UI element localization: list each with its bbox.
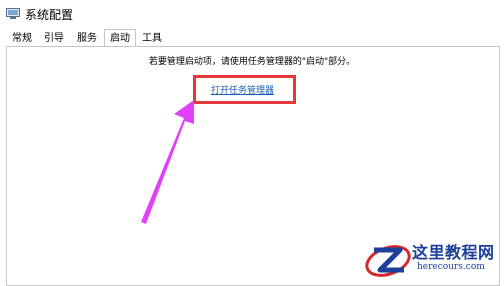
watermark-text-cn: 这里教程网 [412, 243, 495, 262]
watermark-text-en: herecours.com [417, 262, 485, 272]
